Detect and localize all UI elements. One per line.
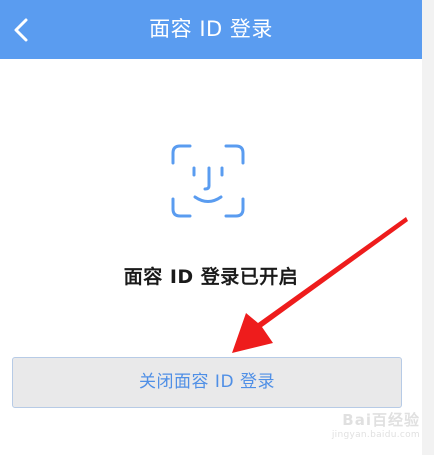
watermark: Bai百经验 jingyan.baidu.com: [324, 409, 420, 440]
side-gutter: [422, 0, 434, 455]
face-id-icon: [171, 144, 245, 218]
disable-face-id-button[interactable]: 关闭面容 ID 登录: [12, 357, 402, 408]
app-screen: 面容 ID 登录 面容 ID 登录已开启 关闭面容 ID 登录 Bai百经验 j…: [0, 0, 434, 455]
navigation-bar: 面容 ID 登录: [0, 0, 422, 59]
watermark-logo: Bai百经验: [342, 411, 420, 429]
face-id-status-text: 面容 ID 登录已开启: [123, 266, 299, 288]
watermark-url: jingyan.baidu.com: [331, 430, 420, 440]
page-title: 面容 ID 登录: [149, 17, 273, 41]
